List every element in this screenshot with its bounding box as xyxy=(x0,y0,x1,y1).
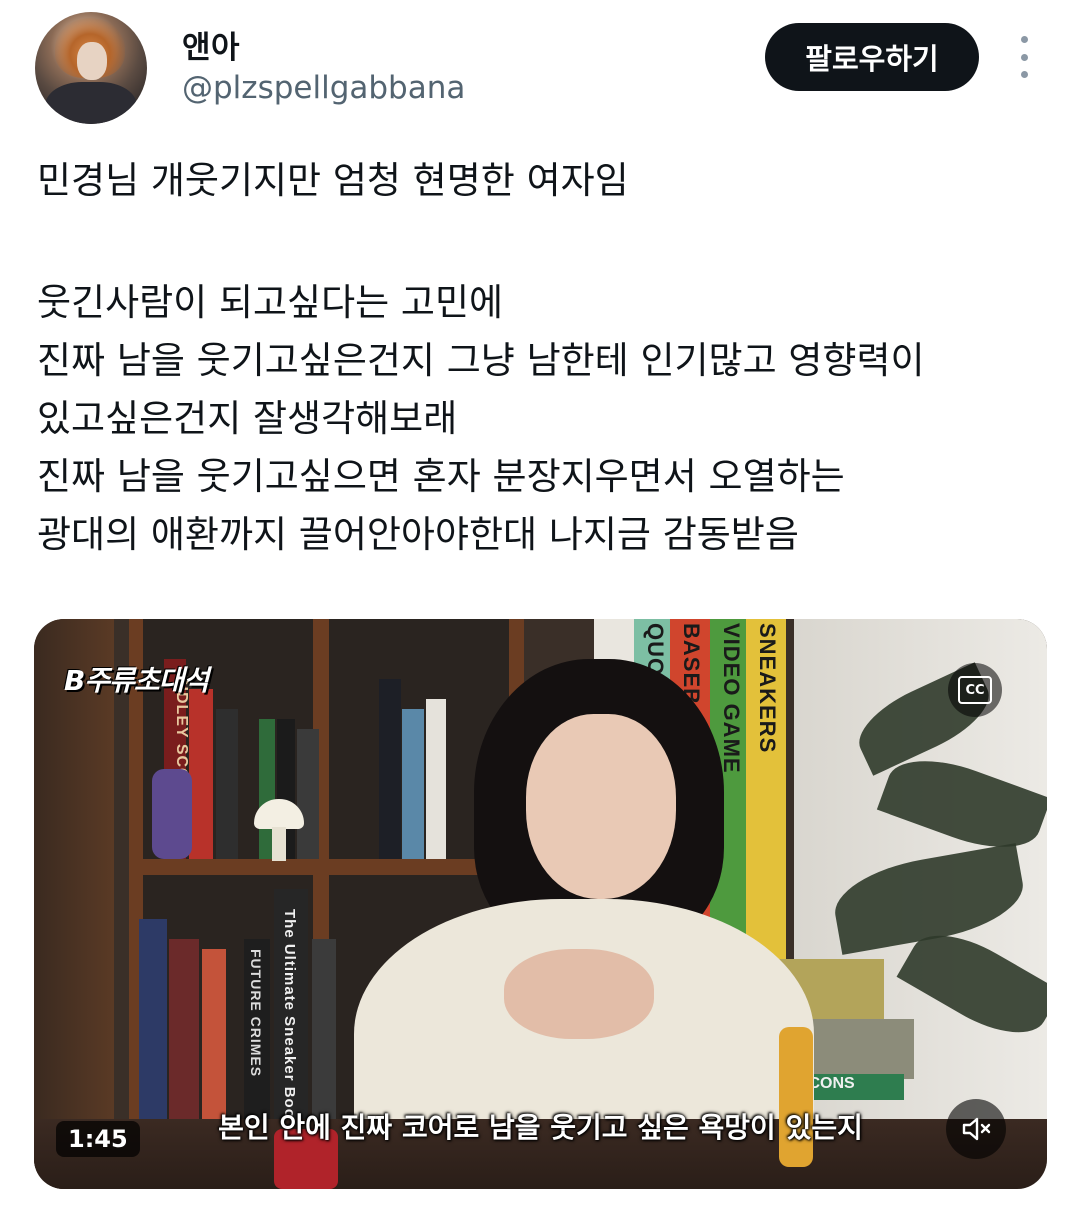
book xyxy=(312,939,336,1119)
tweet-line: 진짜 남을 웃기고싶은건지 그냥 남한테 인기많고 영향력이 xyxy=(37,339,925,382)
avatar-face xyxy=(77,42,107,80)
book xyxy=(379,679,401,859)
book-spine-text: VIDEO GAME xyxy=(719,623,744,774)
video-player[interactable]: RIDLEY SCOTT FUTURE CRIMES The Ultimate … xyxy=(34,619,1047,1189)
tweet-container: 앤아 @plzspellgabbana 팔로우하기 민경님 개웃기지만 엄청 현… xyxy=(0,0,1080,1206)
tweet-line: 민경님 개웃기지만 엄청 현명한 여자임 xyxy=(37,159,629,202)
tweet-text: 민경님 개웃기지만 엄청 현명한 여자임 웃긴사람이 되고싶다는 고민에 진짜 … xyxy=(37,152,1047,564)
more-vertical-icon[interactable] xyxy=(1008,36,1040,78)
closed-captions-button[interactable]: CC xyxy=(948,663,1002,717)
avatar-coat xyxy=(45,82,137,124)
book xyxy=(139,919,167,1119)
person-hands xyxy=(504,949,654,1039)
follow-button[interactable]: 팔로우하기 xyxy=(765,23,979,91)
book xyxy=(426,699,446,859)
book xyxy=(297,729,319,859)
book-spine-text: SNEAKERS xyxy=(755,623,780,754)
book-spine-text: The Ultimate Sneaker Book xyxy=(281,909,298,1129)
toy-figure xyxy=(152,769,192,859)
video-subtitle: 본인 안에 진짜 코어로 남을 웃기고 싶은 욕망이 있는지 xyxy=(218,1111,863,1144)
tweet-line: 진짜 남을 웃기고싶으면 혼자 분장지우면서 오열하는 xyxy=(37,455,845,498)
volume-muted-icon xyxy=(962,1117,991,1141)
more-dot xyxy=(1020,71,1028,78)
book xyxy=(189,689,213,859)
video-frame: RIDLEY SCOTT FUTURE CRIMES The Ultimate … xyxy=(34,619,1047,1189)
shelf-left xyxy=(34,619,114,1189)
lamp-stem xyxy=(272,827,286,861)
channel-logo: B주류초대석 xyxy=(64,664,209,697)
closed-captions-icon: CC xyxy=(958,676,992,704)
person-face xyxy=(526,714,676,899)
book xyxy=(402,709,424,859)
display-name[interactable]: 앤아 xyxy=(182,22,240,67)
tweet-line: 웃긴사람이 되고싶다는 고민에 xyxy=(37,281,504,324)
book-spine-text: FUTURE CRIMES xyxy=(248,949,264,1078)
more-dot xyxy=(1020,36,1028,43)
user-handle[interactable]: @plzspellgabbana xyxy=(182,70,465,106)
tweet-line: 있고싶은건지 잘생각해보래 xyxy=(37,397,458,440)
video-duration: 1:45 xyxy=(56,1121,140,1157)
book xyxy=(216,709,238,859)
mute-button[interactable] xyxy=(946,1099,1006,1159)
more-dot xyxy=(1020,53,1028,61)
book xyxy=(202,949,226,1119)
avatar[interactable] xyxy=(35,12,147,124)
tweet-line: 광대의 애환까지 끌어안아야한대 나지금 감동받음 xyxy=(37,513,799,556)
juice-bottle xyxy=(779,1027,813,1167)
book xyxy=(169,939,199,1119)
